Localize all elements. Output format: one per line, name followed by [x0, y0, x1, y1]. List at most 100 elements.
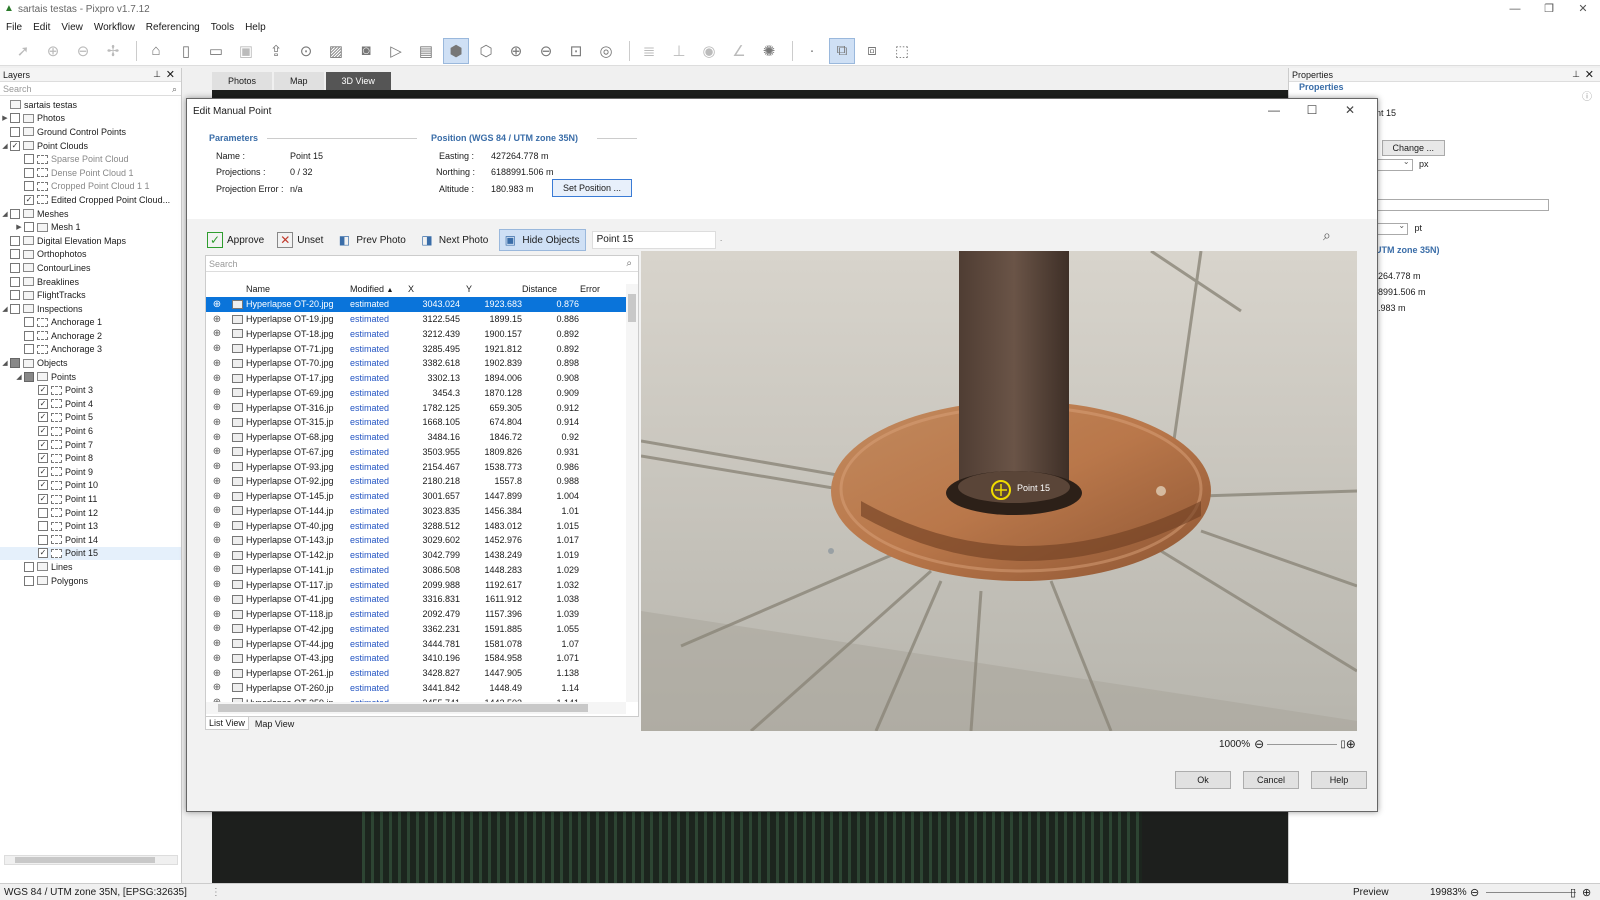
- table-row[interactable]: ⊕ Hyperlapse OT-67.jpg estimated 3503.955 18…: [206, 445, 626, 460]
- crosshair-icon[interactable]: ⊕: [206, 653, 228, 664]
- table-row[interactable]: ⊕ Hyperlapse OT-118.jp estimated 2092.479 11…: [206, 607, 626, 622]
- box-remove-icon[interactable]: ⧈: [859, 38, 885, 64]
- tab-map-view[interactable]: Map View: [255, 717, 296, 730]
- crosshair-icon[interactable]: ⊕: [206, 358, 228, 369]
- column-y[interactable]: Y: [466, 284, 522, 296]
- restore-icon[interactable]: ❐: [1532, 0, 1566, 18]
- zoom-out-icon[interactable]: ⊖: [1470, 886, 1479, 899]
- prev-photo-button[interactable]: ◧ Prev Photo: [334, 229, 410, 251]
- layer-item[interactable]: ✓ Point 15: [0, 546, 181, 561]
- table-row[interactable]: ⊕ Hyperlapse OT-141.jp estimated 3086.508 14…: [206, 563, 626, 578]
- layer-checkbox[interactable]: ✓: [38, 453, 48, 464]
- dropdown-icon[interactable]: ·: [720, 235, 723, 245]
- crosshair-icon[interactable]: ⊕: [206, 623, 228, 634]
- search-icon[interactable]: ⌕: [172, 82, 177, 96]
- layer-item[interactable]: ✓ Point 6: [0, 424, 181, 438]
- layer-checkbox[interactable]: [24, 222, 34, 233]
- crosshair-icon[interactable]: ⊕: [206, 550, 228, 561]
- layer-checkbox[interactable]: [24, 167, 34, 178]
- crosshair-icon[interactable]: ⊕: [206, 417, 228, 428]
- layer-item[interactable]: ◢ Meshes: [0, 207, 181, 221]
- crosshair-icon[interactable]: ⊕: [206, 579, 228, 590]
- crosshair-icon[interactable]: ⊕: [206, 638, 228, 649]
- search-icon[interactable]: ⌕: [626, 256, 632, 272]
- layer-checkbox[interactable]: [38, 521, 48, 532]
- close-icon[interactable]: ✕: [166, 68, 175, 81]
- table-row[interactable]: ⊕ Hyperlapse OT-69.jpg estimated 3454.3 1870…: [206, 386, 626, 401]
- layer-item[interactable]: Breaklines: [0, 275, 181, 289]
- tab-list-view[interactable]: List View: [205, 717, 249, 730]
- zoom-in-icon[interactable]: ⊕: [503, 38, 529, 64]
- layer-checkbox[interactable]: ✓: [38, 412, 48, 423]
- layer-checkbox[interactable]: ✓: [38, 548, 48, 559]
- remove-point-icon[interactable]: ⊖: [70, 38, 96, 64]
- table-row[interactable]: ⊕ Hyperlapse OT-117.jp estimated 2099.988 11…: [206, 577, 626, 592]
- table-row[interactable]: ⊕ Hyperlapse OT-316.jp estimated 1782.125 65…: [206, 400, 626, 415]
- zoom-slider[interactable]: [1486, 892, 1576, 893]
- crosshair-icon[interactable]: ⊕: [206, 387, 228, 398]
- layer-item[interactable]: Sparse Point Cloud: [0, 152, 181, 166]
- table-row[interactable]: ⊕ Hyperlapse OT-40.jpg estimated 3288.512 14…: [206, 518, 626, 533]
- layer-item[interactable]: ▶ Mesh 1: [0, 220, 181, 234]
- eye-icon[interactable]: ◉: [696, 38, 722, 64]
- tab-3d-view[interactable]: 3D View: [325, 72, 391, 90]
- zoom-in-icon[interactable]: ⊕: [1346, 737, 1356, 751]
- layer-checkbox[interactable]: [38, 507, 48, 518]
- gallery-icon[interactable]: ▤: [413, 38, 439, 64]
- layer-checkbox[interactable]: ✓: [38, 480, 48, 491]
- help-icon[interactable]: ⓘ: [1582, 88, 1592, 103]
- layer-checkbox[interactable]: [24, 561, 34, 572]
- layer-item[interactable]: ✓ Point 4: [0, 397, 181, 411]
- menu-help[interactable]: Help: [245, 22, 266, 33]
- tab-map[interactable]: Map: [274, 72, 324, 90]
- dialog-close-icon[interactable]: ✕: [1331, 103, 1369, 117]
- layer-item[interactable]: Ground Control Points: [0, 125, 181, 139]
- layer-item[interactable]: ◢ ✓ Point Clouds: [0, 139, 181, 153]
- layer-checkbox[interactable]: ✓: [38, 494, 48, 505]
- column-modified[interactable]: Modified ▲: [350, 284, 408, 296]
- table-row[interactable]: ⊕ Hyperlapse OT-44.jpg estimated 3444.781 15…: [206, 636, 626, 651]
- box-view-icon[interactable]: ⧉: [829, 37, 855, 64]
- table-row[interactable]: ⊕ Hyperlapse OT-145.jp estimated 3001.657 14…: [206, 489, 626, 504]
- move-icon[interactable]: ✢: [100, 38, 126, 64]
- layer-checkbox[interactable]: [10, 358, 20, 369]
- dialog-minimize-icon[interactable]: —: [1255, 103, 1293, 117]
- layer-item[interactable]: ✓ Point 7: [0, 438, 181, 452]
- horizontal-scrollbar[interactable]: [4, 855, 178, 865]
- menu-tools[interactable]: Tools: [211, 22, 234, 33]
- layer-checkbox[interactable]: [10, 235, 20, 246]
- layer-checkbox[interactable]: [10, 276, 20, 287]
- layer-item[interactable]: Digital Elevation Maps: [0, 234, 181, 248]
- layer-item[interactable]: Orthophotos: [0, 248, 181, 262]
- change-color-button[interactable]: Change ...: [1381, 140, 1446, 156]
- layer-item[interactable]: Point 12: [0, 506, 181, 520]
- layer-checkbox[interactable]: [10, 303, 20, 314]
- select-arrow-icon[interactable]: ➚: [10, 38, 36, 64]
- search-icon[interactable]: ⌕: [1323, 227, 1331, 244]
- zoom-fit-icon[interactable]: ⊡: [563, 38, 589, 64]
- layer-checkbox[interactable]: ✓: [38, 385, 48, 396]
- layer-checkbox[interactable]: [24, 181, 34, 192]
- dialog-maximize-icon[interactable]: ☐: [1293, 103, 1331, 117]
- table-row[interactable]: ⊕ Hyperlapse OT-19.jpg estimated 3122.545 18…: [206, 312, 626, 327]
- crosshair-icon[interactable]: ⊕: [206, 461, 228, 472]
- zoom-slider-handle[interactable]: ▯: [1570, 886, 1576, 899]
- layer-item[interactable]: Point 13: [0, 519, 181, 533]
- layer-item[interactable]: FlightTracks: [0, 288, 181, 302]
- layer-item[interactable]: ✓ Point 9: [0, 465, 181, 479]
- crosshair-icon[interactable]: ⊕: [206, 402, 228, 413]
- table-row[interactable]: ⊕ Hyperlapse OT-71.jpg estimated 3285.495 19…: [206, 341, 626, 356]
- table-row[interactable]: ⊕ Hyperlapse OT-315.jp estimated 1668.105 67…: [206, 415, 626, 430]
- table-row[interactable]: ⊕ Hyperlapse OT-41.jpg estimated 3316.831 16…: [206, 592, 626, 607]
- layer-item[interactable]: ◢ Objects: [0, 356, 181, 370]
- table-row[interactable]: ⊕ Hyperlapse OT-261.jp estimated 3428.827 14…: [206, 666, 626, 681]
- expand-toggle-icon[interactable]: ◢: [0, 359, 10, 367]
- layer-item[interactable]: Anchorage 2: [0, 329, 181, 343]
- selection-rect-icon[interactable]: ⬚: [889, 38, 915, 64]
- zoom-extents-icon[interactable]: ◎: [593, 38, 619, 64]
- expand-toggle-icon[interactable]: ▶: [14, 223, 24, 231]
- photo-zoom-slider[interactable]: [1267, 743, 1338, 745]
- layer-checkbox[interactable]: ✓: [38, 439, 48, 450]
- layer-checkbox[interactable]: [38, 534, 48, 545]
- table-row[interactable]: ⊕ Hyperlapse OT-92.jpg estimated 2180.218 15…: [206, 474, 626, 489]
